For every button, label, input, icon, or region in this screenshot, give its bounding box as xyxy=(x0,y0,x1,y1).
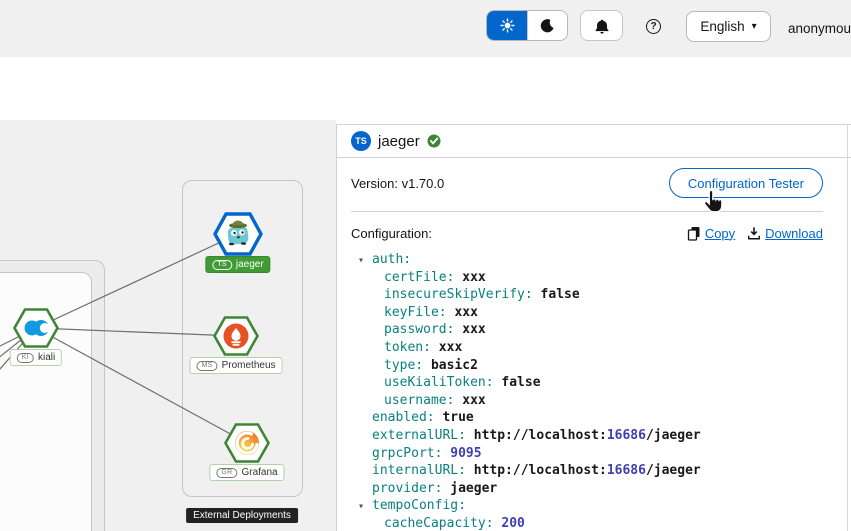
yaml-line: username: xxx xyxy=(337,392,845,410)
graph-canvas[interactable]: TS jaeger MS Prometheus xyxy=(0,120,336,531)
node-grafana[interactable] xyxy=(224,423,270,463)
graph-edge[interactable] xyxy=(36,328,236,336)
jaeger-logo-icon xyxy=(227,221,249,246)
yaml-line: ▾tempoConfig: xyxy=(337,497,845,515)
configuration-row: Configuration: Copy Downlo xyxy=(351,222,823,244)
panel-scrollbar[interactable] xyxy=(847,125,848,531)
kiali-logo-icon xyxy=(25,320,50,336)
summary-panel: TS jaeger Version: v1.70.0 Configuration… xyxy=(336,124,851,531)
node-label-text: kiali xyxy=(38,352,55,363)
collapse-caret-icon[interactable]: ▾ xyxy=(358,498,372,516)
node-prometheus[interactable] xyxy=(213,316,259,356)
prometheus-logo-icon xyxy=(224,324,249,349)
node-label-jaeger[interactable]: TS jaeger xyxy=(205,256,270,273)
metric-store-badge: MS xyxy=(196,361,217,371)
node-label-prometheus[interactable]: MS Prometheus xyxy=(189,357,282,374)
masthead-help-icon[interactable]: ? xyxy=(646,19,661,34)
trace-badge: TS xyxy=(212,260,232,270)
download-link[interactable]: Download xyxy=(747,226,823,241)
yaml-line: certFile: xxx xyxy=(337,269,845,287)
download-label: Download xyxy=(765,226,823,241)
yaml-line: internalURL: http://localhost:16686/jaeg… xyxy=(337,462,845,480)
yaml-line: useKialiToken: false xyxy=(337,374,845,392)
external-deployments-label: External Deployments xyxy=(186,508,298,523)
panel-header: TS jaeger xyxy=(337,125,851,158)
configuration-label: Configuration: xyxy=(351,226,432,241)
node-label-text: Grafana xyxy=(241,467,277,478)
trace-service-badge: TS xyxy=(351,131,371,151)
download-icon xyxy=(747,226,761,241)
node-jaeger[interactable] xyxy=(213,212,263,256)
notifications-button[interactable] xyxy=(580,10,623,41)
yaml-line: enabled: true xyxy=(337,409,845,427)
graph-toolbar: ? Help ↺ Reset Last 1m ▾ Pause ▾ ↻ xyxy=(0,57,851,120)
yaml-line: ▾auth: xyxy=(337,251,845,269)
language-label: English xyxy=(700,19,744,34)
copy-label: Copy xyxy=(705,226,735,241)
language-select[interactable]: English ▾ xyxy=(686,11,771,42)
node-label-text: jaeger xyxy=(236,259,264,270)
graph-edge[interactable] xyxy=(36,234,238,328)
copy-icon xyxy=(687,226,701,241)
grafana-logo-icon xyxy=(235,431,259,455)
version-row: Version: v1.70.0 Configuration Tester xyxy=(351,165,823,201)
yaml-line: provider: jaeger xyxy=(337,480,845,498)
sun-icon xyxy=(500,18,515,33)
yaml-line: grpcPort: 9095 xyxy=(337,445,845,463)
yaml-line: externalURL: http://localhost:16686/jaeg… xyxy=(337,427,845,445)
panel-title: jaeger xyxy=(378,133,420,150)
masthead: ? English ▾ anonymous xyxy=(0,0,851,57)
username-label: anonymous xyxy=(788,21,851,36)
yaml-code: ▾auth:certFile: xxxinsecureSkipVerify: f… xyxy=(337,251,845,531)
health-check-icon xyxy=(427,134,441,148)
chevron-down-icon: ▾ xyxy=(752,21,757,32)
dark-theme-button[interactable] xyxy=(527,11,567,40)
grafana-badge: GR xyxy=(216,468,237,478)
version-label: Version: v1.70.0 xyxy=(351,176,444,191)
node-label-grafana[interactable]: GR Grafana xyxy=(209,464,284,481)
collapse-caret-icon[interactable]: ▾ xyxy=(358,252,372,270)
node-kiali[interactable] xyxy=(13,308,59,348)
light-theme-button[interactable] xyxy=(487,11,527,40)
yaml-line: cacheCapacity: 200 xyxy=(337,515,845,531)
copy-link[interactable]: Copy xyxy=(687,226,735,241)
theme-toggle-group xyxy=(486,10,568,41)
bell-icon xyxy=(594,18,610,34)
mouse-cursor xyxy=(702,190,724,216)
yaml-line: token: xxx xyxy=(337,339,845,357)
yaml-line: password: xxx xyxy=(337,321,845,339)
node-label-text: Prometheus xyxy=(222,360,276,371)
kiali-badge: KI xyxy=(17,353,34,363)
divider xyxy=(351,211,823,212)
yaml-line: keyFile: xxx xyxy=(337,304,845,322)
node-label-kiali[interactable]: KI kiali xyxy=(10,349,62,366)
yaml-line: insecureSkipVerify: false xyxy=(337,286,845,304)
configuration-tester-button[interactable]: Configuration Tester xyxy=(669,168,823,198)
yaml-line: type: basic2 xyxy=(337,357,845,375)
moon-icon xyxy=(540,18,555,33)
